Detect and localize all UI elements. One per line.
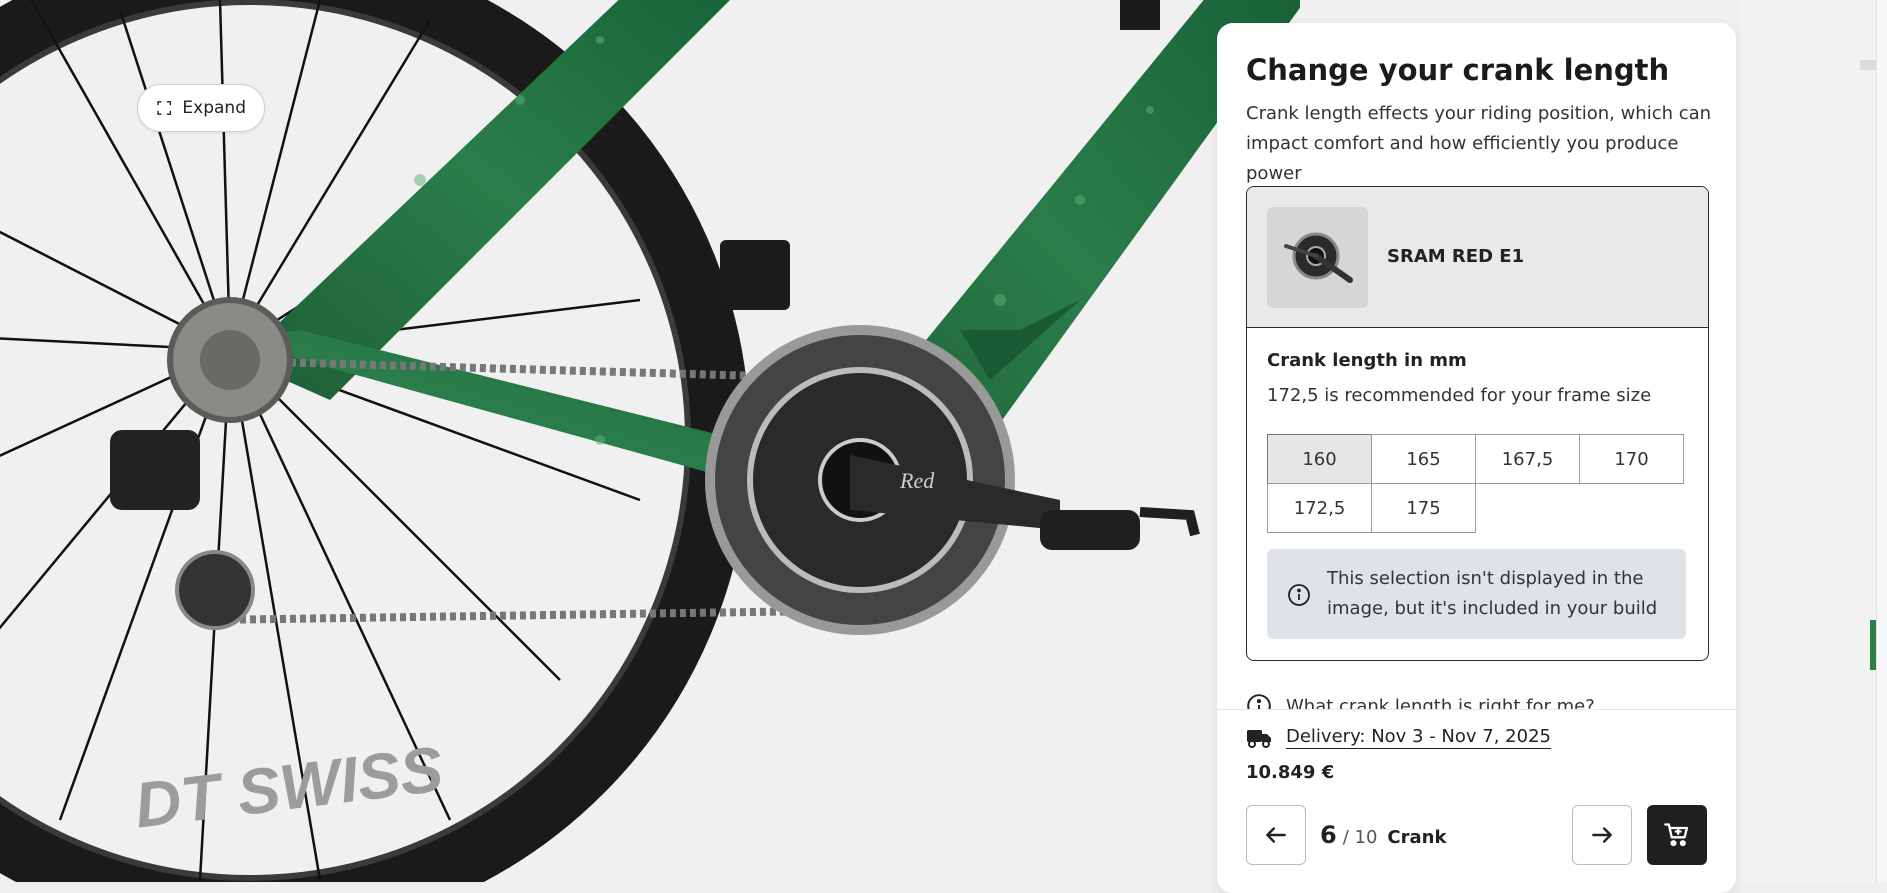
configurator-panel: Change your crank length Crank length ef…	[1217, 23, 1736, 893]
bike-image: DT SWISS Red	[0, 0, 1300, 882]
length-option-170[interactable]: 170	[1579, 434, 1684, 484]
crank-brand-logo: Red	[899, 468, 935, 493]
info-icon	[1288, 584, 1310, 606]
checkout-footer: Delivery: Nov 3 - Nov 7, 2025 10.849 € 6…	[1217, 709, 1736, 893]
cart-button[interactable]	[1647, 805, 1707, 865]
previous-step-button[interactable]	[1246, 805, 1306, 865]
truck-icon	[1247, 729, 1271, 748]
panel-title: Change your crank length	[1246, 53, 1670, 87]
expand-label: Expand	[182, 98, 246, 118]
recommendation-text: 172,5 is recommended for your frame size	[1267, 385, 1652, 406]
right-gutter	[1740, 0, 1887, 882]
length-option-175[interactable]: 175	[1371, 483, 1476, 533]
next-step-button[interactable]	[1572, 805, 1632, 865]
step-indicator: 6 / 10 Crank	[1320, 821, 1446, 849]
total-price: 10.849 €	[1246, 762, 1335, 783]
notice-text: This selection isn't displayed in the im…	[1327, 568, 1658, 619]
cart-icon	[1664, 823, 1689, 847]
gutter-marker	[1860, 60, 1876, 70]
product-name: SRAM RED E1	[1387, 246, 1525, 267]
arrow-left-icon	[1266, 827, 1286, 843]
expand-icon	[157, 101, 172, 115]
length-option-160[interactable]: 160	[1267, 434, 1372, 484]
product-thumbnail	[1267, 207, 1368, 308]
arrow-right-icon	[1592, 827, 1612, 843]
delivery-text: Delivery: Nov 3 - Nov 7, 2025	[1286, 726, 1551, 749]
image-notice: This selection isn't displayed in the im…	[1267, 549, 1686, 639]
crank-option-card: SRAM RED E1 Crank length in mm 172,5 is …	[1246, 186, 1709, 661]
scrollbar[interactable]	[1876, 0, 1887, 882]
crank-length-label: Crank length in mm	[1267, 350, 1467, 371]
step-name: Crank	[1387, 827, 1447, 848]
product-header[interactable]: SRAM RED E1	[1247, 187, 1708, 328]
length-option-172-5[interactable]: 172,5	[1267, 483, 1372, 533]
length-option-165[interactable]: 165	[1371, 434, 1476, 484]
panel-description: Crank length effects your riding positio…	[1246, 103, 1712, 184]
step-total: / 10	[1342, 827, 1378, 848]
step-current: 6	[1320, 821, 1337, 849]
expand-button[interactable]: Expand	[137, 84, 265, 132]
delivery-link[interactable]: Delivery: Nov 3 - Nov 7, 2025	[1246, 726, 1551, 749]
length-option-167-5[interactable]: 167,5	[1475, 434, 1580, 484]
crankset-icon	[1283, 232, 1353, 283]
